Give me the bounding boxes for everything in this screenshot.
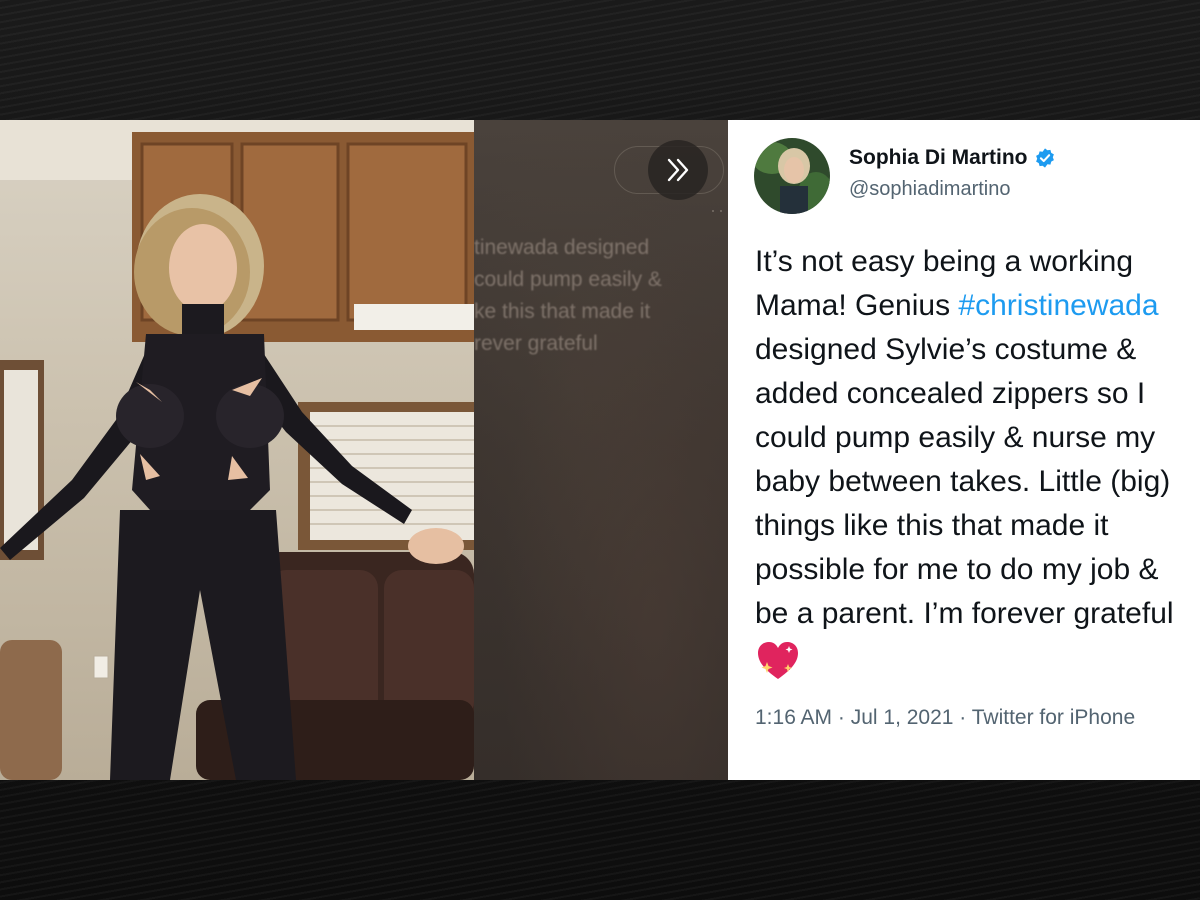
double-chevron-right-icon <box>667 158 689 182</box>
tweet-line: Mama! Genius #christinewada <box>755 284 1200 328</box>
emoji-line <box>755 636 1200 690</box>
hashtag-link[interactable]: #christinewada <box>958 289 1158 322</box>
tweet-line: baby between takes. Little (big) <box>755 465 1171 498</box>
verified-badge-icon <box>1035 148 1054 168</box>
tweet-line: be a parent. I’m forever grateful <box>755 597 1174 630</box>
tweet-line-text: Mama! Genius <box>755 289 959 322</box>
blur-shading <box>474 120 728 780</box>
tweet-text: It’s not easy being a working Mama! Geni… <box>755 240 1200 690</box>
tweet-line: things like this that made it <box>755 509 1109 542</box>
ghost-more-icon: ·· <box>710 200 726 220</box>
tweet-line: added concealed zippers so I <box>755 377 1146 410</box>
blurred-tweet-background: ·· tinewada designed could pump easily &… <box>474 120 728 780</box>
next-slide-button[interactable] <box>648 140 708 200</box>
photo-illustration <box>0 120 474 780</box>
display-name[interactable]: Sophia Di Martino <box>849 146 1056 170</box>
costume-photo <box>0 120 474 780</box>
sparkling-heart-icon <box>758 642 798 679</box>
avatar-image <box>754 138 830 214</box>
tweet-line: designed Sylvie’s costume & <box>755 333 1137 366</box>
tweet-line: could pump easily & nurse my <box>755 421 1156 454</box>
tweet-line: It’s not easy being a working <box>755 245 1134 278</box>
blurred-tweet-text: tinewada designed could pump easily & ke… <box>474 236 662 355</box>
display-name-text: Sophia Di Martino <box>849 146 1028 169</box>
image-composite: ·· tinewada designed could pump easily &… <box>0 120 1200 780</box>
tweet-line: possible for me to do my job & <box>755 553 1159 586</box>
user-handle[interactable]: @sophiadimartino <box>849 178 1011 201</box>
tweet-card: Sophia Di Martino @sophiadimartino It’s … <box>728 120 1200 780</box>
tweet-timestamp[interactable]: 1:16 AM · Jul 1, 2021 · Twitter for iPho… <box>755 706 1135 730</box>
avatar[interactable] <box>754 138 830 214</box>
